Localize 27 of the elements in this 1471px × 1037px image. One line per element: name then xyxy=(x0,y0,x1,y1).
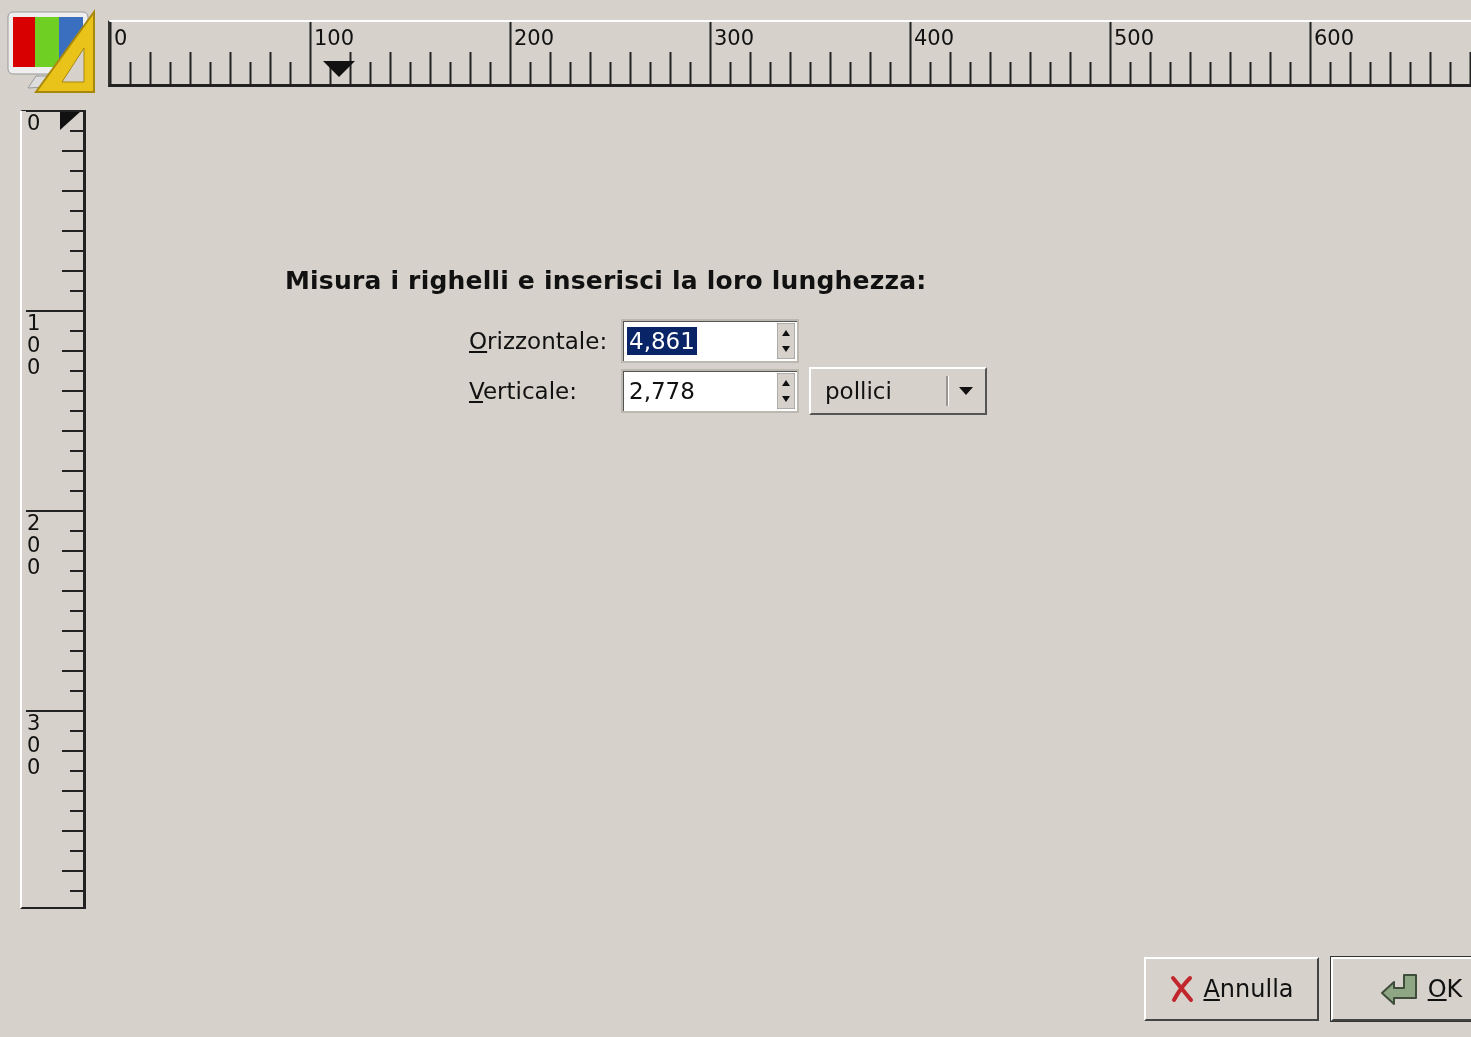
spin-arrows-icon[interactable] xyxy=(777,373,795,409)
ruler-label: 200 xyxy=(27,512,41,579)
cancel-button[interactable]: Annulla xyxy=(1144,957,1319,1021)
pointer-triangle-icon xyxy=(323,61,355,77)
field-label: Orizzontale: xyxy=(469,328,609,354)
ruler-label: 100 xyxy=(314,28,355,49)
spin-field[interactable]: 4,861 xyxy=(621,319,799,363)
ruler-label: 100 xyxy=(27,312,41,379)
unit-dropdown[interactable]: pollici xyxy=(809,367,987,415)
ok-button[interactable]: OK xyxy=(1331,957,1471,1021)
pointer-triangle-icon xyxy=(60,112,80,130)
ruler-label: 400 xyxy=(914,28,955,49)
field-label: Verticale: xyxy=(469,378,578,404)
cross-icon xyxy=(1169,975,1196,1003)
ruler-label: 0 xyxy=(27,112,41,135)
ruler-label: 500 xyxy=(1114,28,1155,49)
spin-field[interactable]: 2,778 xyxy=(621,369,799,413)
ruler-label: 300 xyxy=(27,712,41,779)
monitor-set-square-icon xyxy=(6,8,98,96)
ruler-label: 600 xyxy=(1314,28,1355,49)
caret-icon xyxy=(959,387,973,395)
ruler-label: 300 xyxy=(714,28,755,49)
ruler-label: 200 xyxy=(514,28,555,49)
instruction-heading: Misura i righelli e inserisci la loro lunghezza: xyxy=(285,266,928,295)
ruler-label: 0 xyxy=(114,28,128,49)
spin-arrows-icon[interactable] xyxy=(777,323,795,359)
return-arrow-icon xyxy=(1379,972,1420,1006)
